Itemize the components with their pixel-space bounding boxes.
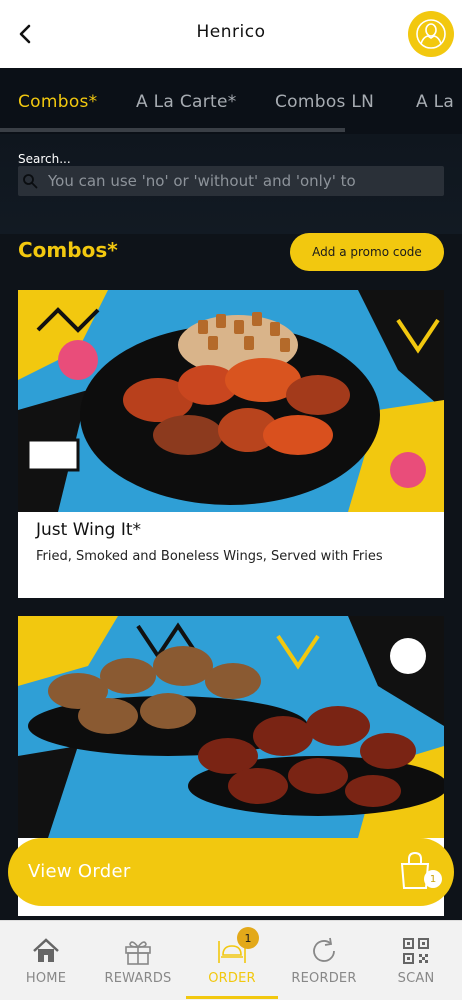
qr-code-icon [403,938,429,964]
search-label: Search... [18,152,71,166]
add-promo-code-button[interactable]: Add a promo code [290,233,444,271]
menu-item-image [18,290,444,512]
nav-home[interactable]: HOME [0,921,92,1000]
menu-item-description: Fried, Smoked and Boneless Wings, Served… [36,549,383,564]
bottom-nav: HOME REWARDS 1 ORDER REORDER SCAN [0,920,462,1000]
tab-combos-ln[interactable]: Combos LN [275,92,374,112]
search-icon [23,174,38,189]
nav-order-label: ORDER [208,971,256,986]
cart-count-badge: 1 [424,870,442,888]
tab-a-la-carte[interactable]: A La Carte* [136,92,237,112]
menu-item-text: Just Wing It* Fried, Smoked and Boneless… [18,512,444,574]
nav-reorder[interactable]: REORDER [278,921,370,1000]
nav-order[interactable]: 1 ORDER [186,921,278,1000]
order-count-badge: 1 [237,927,259,949]
nav-rewards[interactable]: REWARDS [92,921,184,1000]
section-title: Combos* [18,238,118,262]
view-order-label: View Order [28,861,131,882]
tab-a-la[interactable]: A La [416,92,454,112]
home-icon [33,938,59,962]
app-header: Henrico [0,0,462,68]
tab-scroll-indicator [0,128,345,132]
tab-combos[interactable]: Combos* [18,92,97,112]
nav-scan-label: SCAN [397,971,435,986]
nav-rewards-label: REWARDS [104,971,172,986]
gift-icon [125,941,151,965]
refresh-icon [313,937,335,962]
category-tabs: Combos* A La Carte* Combos LN A La [0,68,462,134]
menu-item-image [18,616,444,838]
account-button[interactable] [408,11,454,57]
nav-active-indicator [186,996,278,999]
menu-item-card[interactable]: Just Wing It* Fried, Smoked and Boneless… [18,290,444,598]
menu-item-name: Just Wing It* [36,520,142,540]
nav-scan[interactable]: SCAN [370,921,462,1000]
nav-home-label: HOME [25,971,67,986]
view-order-button[interactable]: View Order 1 [8,838,454,906]
page-title: Henrico [196,22,266,42]
user-icon [416,19,446,49]
search-input[interactable] [48,168,404,194]
nav-reorder-label: REORDER [291,971,357,986]
